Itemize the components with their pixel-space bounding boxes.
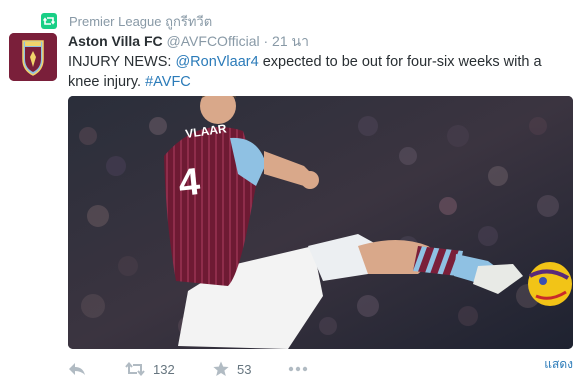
tweet-actions: 132 53 [68, 358, 573, 380]
avatar[interactable] [9, 33, 57, 81]
retweet-icon [41, 13, 57, 29]
reply-icon [69, 363, 85, 375]
player-photo: VLAAR 4 [68, 96, 573, 349]
retweeter-name[interactable]: Premier League ถูกรีทวีต [69, 11, 212, 32]
mention-link[interactable]: @RonVlaar4 [175, 54, 258, 70]
retweet-button[interactable]: 132 [125, 362, 213, 377]
see-more-link[interactable]: แสดง [544, 355, 573, 374]
shirt-number: 4 [177, 161, 202, 205]
star-icon [213, 361, 229, 376]
more-button[interactable] [288, 366, 308, 372]
retweet-count: 132 [153, 361, 175, 377]
favorite-count: 53 [237, 361, 252, 377]
account-handle[interactable]: @AVFCOfficial [167, 33, 260, 49]
tweet-photo[interactable]: VLAAR 4 [68, 96, 573, 349]
tweet-header: Aston Villa FC @AVFCOfficial · 21 นา [68, 31, 309, 53]
tweet-timestamp[interactable]: 21 นา [272, 33, 309, 49]
retweet-action-icon [125, 362, 145, 376]
hashtag-link[interactable]: #AVFC [145, 74, 191, 90]
aston-villa-crest-icon [9, 33, 57, 81]
favorite-button[interactable]: 53 [213, 361, 288, 377]
tweet-text-intro: INJURY NEWS: [68, 54, 176, 70]
tweet-text: INJURY NEWS: @RonVlaar4 expected to be o… [68, 52, 573, 92]
account-fullname[interactable]: Aston Villa FC [68, 33, 163, 49]
reply-button[interactable] [68, 362, 125, 376]
more-dots-icon [288, 366, 308, 372]
separator-dot: · [263, 33, 269, 49]
retweet-context: Premier League ถูกรีทวีต [41, 12, 212, 30]
